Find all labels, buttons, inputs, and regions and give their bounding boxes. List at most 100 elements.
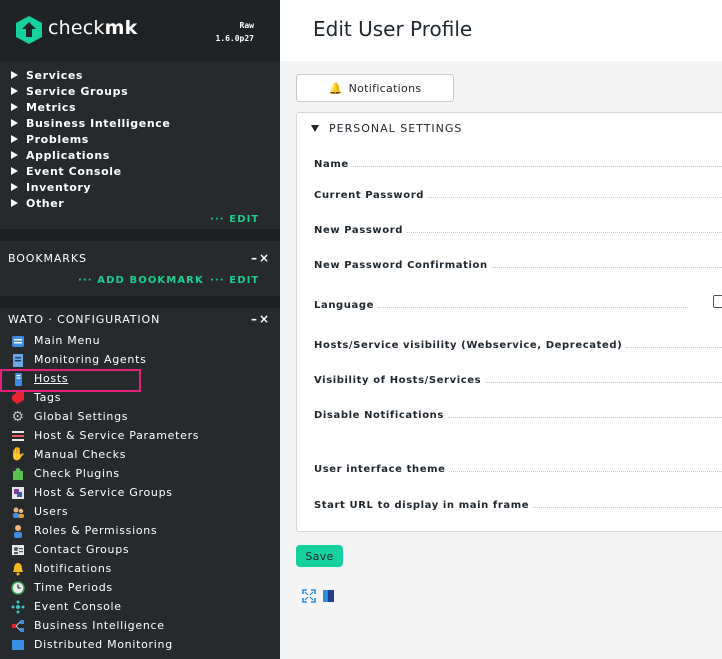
views-item-other[interactable]: Other: [11, 195, 64, 211]
expand-triangle-icon: [11, 151, 18, 159]
main-content: Edit User Profile 🔔 Notifications PERSON…: [280, 0, 722, 659]
views-item-services[interactable]: Services: [11, 67, 83, 83]
sidebar-header: checkmk Raw 1.6.0p27: [0, 0, 280, 61]
tags-icon: [10, 390, 26, 406]
views-item-problems[interactable]: Problems: [11, 131, 89, 147]
wato-item-notifications[interactable]: Notifications: [10, 559, 112, 578]
personal-settings-box: PERSONAL SETTINGS Name Current Password …: [296, 112, 722, 532]
save-button[interactable]: Save: [296, 545, 343, 567]
add-bookmark-link[interactable]: ··· ADD BOOKMARK: [78, 275, 204, 286]
snapin-separator: [0, 296, 280, 308]
checkmk-logo-icon[interactable]: [16, 16, 42, 44]
views-item-applications[interactable]: Applications: [11, 147, 110, 163]
page-title: Edit User Profile: [313, 17, 473, 41]
field-disable-notifications: Disable Notifications: [314, 407, 722, 421]
wato-item-monitoring-agents[interactable]: Monitoring Agents: [10, 350, 147, 369]
field-language: Language: [314, 297, 688, 311]
gear-icon: ⚙: [11, 408, 25, 425]
wato-item-time-periods[interactable]: Time Periods: [10, 578, 113, 597]
wato-item-business-intelligence[interactable]: Business Intelligence: [10, 616, 165, 635]
puzzle-icon: [10, 466, 26, 482]
field-name: Name: [314, 156, 722, 170]
agents-icon: [10, 352, 26, 368]
views-item-event-console[interactable]: Event Console: [11, 163, 122, 179]
wato-item-global-settings[interactable]: ⚙ Global Settings: [10, 407, 128, 426]
brand-name: checkmk: [48, 17, 138, 39]
wato-item-check-plugins[interactable]: Check Plugins: [10, 464, 120, 483]
dotted-leader: [491, 267, 722, 268]
views-edit-link[interactable]: ··· EDIT: [210, 214, 259, 225]
expand-triangle-icon: [11, 87, 18, 95]
dotted-leader: [378, 307, 688, 308]
wato-item-roles-permissions[interactable]: Roles & Permissions: [10, 521, 157, 540]
bookmarks-title: BOOKMARKS: [8, 252, 87, 265]
dotted-leader: [626, 347, 722, 348]
bookmarks-snapin: BOOKMARKS –× ··· ADD BOOKMARK ··· EDIT: [0, 241, 280, 296]
version-label: 1.6.0p27: [215, 34, 254, 43]
dotted-leader: [485, 382, 722, 383]
views-item-business-intelligence[interactable]: Business Intelligence: [11, 115, 170, 131]
wato-item-distributed-monitoring[interactable]: Distributed Monitoring: [10, 635, 173, 654]
wato-item-event-console[interactable]: Event Console: [10, 597, 122, 616]
expand-triangle-icon: [11, 103, 18, 111]
dotted-leader: [352, 166, 722, 167]
field-start-url: Start URL to display in main frame: [314, 497, 722, 511]
dotted-leader: [428, 197, 722, 198]
collapse-triangle-icon: [311, 125, 319, 132]
views-item-service-groups[interactable]: Service Groups: [11, 83, 128, 99]
field-user-interface-theme: User interface theme: [314, 461, 722, 475]
wato-item-main-menu[interactable]: Main Menu: [10, 331, 100, 350]
expand-triangle-icon: [11, 167, 18, 175]
frame-icon[interactable]: [323, 590, 334, 602]
snapin-separator: [0, 229, 280, 241]
field-new-password-confirmation: New Password Confirmation: [314, 257, 722, 271]
main-header: Edit User Profile: [280, 0, 722, 61]
dotted-leader: [449, 471, 722, 472]
roles-icon: [10, 523, 26, 539]
event-console-icon: [10, 599, 26, 615]
expand-triangle-icon: [11, 199, 18, 207]
wato-item-tags[interactable]: Tags: [10, 388, 61, 407]
edition-label: Raw: [239, 21, 254, 30]
distributed-icon: [10, 637, 26, 653]
views-item-inventory[interactable]: Inventory: [11, 179, 91, 195]
clock-icon: [10, 580, 26, 596]
bell-icon: [10, 561, 26, 577]
dotted-leader: [533, 507, 722, 508]
fullscreen-icon[interactable]: [302, 589, 316, 603]
parameters-icon: [10, 428, 26, 444]
bell-icon: 🔔: [328, 81, 343, 95]
contact-groups-icon: [10, 542, 26, 558]
bookmarks-controls[interactable]: –×: [251, 251, 271, 265]
hand-icon: ✋: [9, 447, 27, 462]
wato-controls[interactable]: –×: [251, 312, 271, 326]
field-hosts-service-visibility: Hosts/Service visibility (Webservice, De…: [314, 337, 722, 351]
wato-item-users[interactable]: Users: [10, 502, 68, 521]
groups-icon: [10, 485, 26, 501]
bookmarks-edit-link[interactable]: ··· EDIT: [210, 275, 259, 286]
notifications-button[interactable]: 🔔 Notifications: [296, 74, 454, 102]
main-menu-icon: [10, 333, 26, 349]
version-info: Raw 1.6.0p27: [215, 19, 254, 45]
expand-triangle-icon: [11, 119, 18, 127]
wato-item-host-service-parameters[interactable]: Host & Service Parameters: [10, 426, 199, 445]
wato-item-host-service-groups[interactable]: Host & Service Groups: [10, 483, 173, 502]
views-item-metrics[interactable]: Metrics: [11, 99, 76, 115]
field-new-password: New Password: [314, 222, 722, 236]
dotted-leader: [447, 417, 722, 418]
personal-settings-header[interactable]: PERSONAL SETTINGS: [311, 122, 462, 135]
users-icon: [10, 504, 26, 520]
bi-icon: [10, 618, 26, 634]
wato-item-manual-checks[interactable]: ✋ Manual Checks: [10, 445, 126, 464]
field-visibility-hosts-services: Visibility of Hosts/Services: [314, 372, 722, 386]
expand-triangle-icon: [11, 183, 18, 191]
language-checkbox[interactable]: [713, 295, 722, 308]
field-current-password: Current Password: [314, 187, 722, 201]
wato-item-contact-groups[interactable]: Contact Groups: [10, 540, 129, 559]
sidebar: checkmk Raw 1.6.0p27 Services Service Gr…: [0, 0, 280, 659]
expand-triangle-icon: [11, 135, 18, 143]
wato-title: WATO · CONFIGURATION: [8, 313, 161, 326]
views-snapin: Services Service Groups Metrics Business…: [0, 61, 280, 229]
dotted-leader: [406, 232, 722, 233]
expand-triangle-icon: [11, 71, 18, 79]
